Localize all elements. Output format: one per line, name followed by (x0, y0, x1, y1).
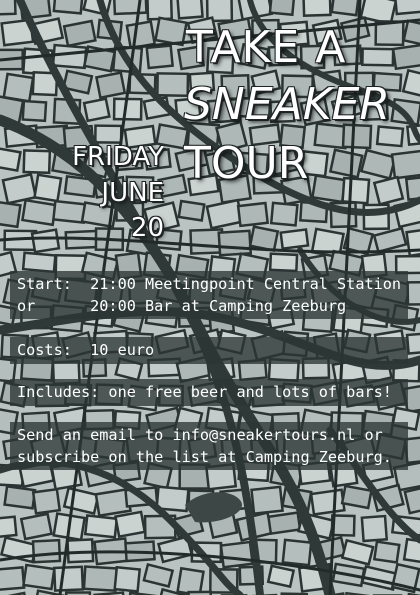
city-block (268, 252, 299, 273)
city-block (177, 199, 206, 222)
includes-line: Includes: one free beer and lots of bars… (17, 383, 392, 401)
city-block (33, 173, 63, 203)
city-block (268, 0, 296, 17)
city-block (341, 176, 371, 205)
city-block (372, 175, 405, 206)
city-block (0, 146, 22, 172)
city-block (94, 124, 123, 144)
city-block (205, 198, 244, 230)
city-block (309, 488, 346, 516)
city-block (330, 0, 360, 17)
date-weekday: FRIDAY (72, 142, 164, 172)
title-line-3: TOUR (184, 138, 309, 189)
costs-line: Costs: 10 euro (17, 341, 155, 359)
city-block (52, 199, 87, 224)
city-block (0, 199, 22, 229)
city-block (52, 565, 85, 592)
city-block (3, 484, 37, 510)
date-month: JUNE (101, 178, 164, 208)
city-block (406, 280, 420, 306)
city-block (361, 47, 395, 67)
city-block (31, 487, 62, 515)
city-block (21, 198, 58, 227)
city-block (236, 201, 270, 228)
city-block (154, 16, 188, 47)
city-block (51, 43, 88, 70)
city-block (217, 229, 253, 257)
city-block (52, 0, 84, 15)
city-block (219, 540, 255, 569)
city-block (279, 228, 310, 251)
alternative-start-line: or 20:00 Bar at Camping Zeeburg (17, 297, 347, 315)
city-block (281, 538, 313, 567)
city-block (250, 485, 284, 516)
city-block (1, 172, 38, 205)
city-block (405, 331, 420, 355)
city-block (269, 201, 299, 227)
city-block (176, 0, 204, 20)
email-line-1: Send an email to info@sneakertours.nl or (17, 426, 383, 444)
city-block (83, 514, 119, 539)
city-block (82, 565, 119, 593)
city-block (0, 566, 26, 592)
start-line: Start: 21:00 Meetingpoint Central Statio… (17, 275, 402, 293)
date-day: 20 (130, 213, 164, 243)
city-block (62, 19, 97, 48)
poster: TAKE A SNEAKER TOUR FRIDAY JUNE 20 Start… (0, 0, 420, 595)
city-block (393, 0, 420, 16)
city-block (145, 44, 174, 70)
city-block (112, 0, 148, 16)
city-block (391, 43, 420, 71)
city-block (22, 149, 52, 175)
city-block (146, 0, 174, 21)
city-block (0, 515, 18, 539)
city-block (267, 511, 302, 536)
email-line-2: subscribe on the list at Camping Zeeburg… (17, 448, 392, 466)
city-block (311, 174, 347, 204)
city-block (248, 225, 280, 252)
city-block (19, 512, 54, 541)
city-block (402, 537, 420, 566)
city-block (302, 0, 332, 17)
city-block (30, 228, 61, 254)
city-block (0, 0, 17, 16)
city-block (114, 510, 147, 539)
city-block (328, 148, 364, 179)
city-block (404, 174, 420, 201)
city-block (31, 538, 62, 564)
city-block (21, 99, 48, 123)
title-line-1: TAKE A (186, 22, 347, 73)
city-block (22, 563, 56, 591)
city-block (360, 514, 389, 543)
city-block (82, 97, 111, 123)
city-block (390, 149, 420, 180)
city-block (113, 565, 142, 593)
city-block (21, 251, 57, 274)
title-line-2: SNEAKER (184, 79, 390, 130)
city-block (340, 484, 373, 510)
city-block (266, 564, 296, 589)
city-block (125, 20, 157, 50)
city-block (372, 540, 401, 564)
city-block (94, 71, 127, 100)
